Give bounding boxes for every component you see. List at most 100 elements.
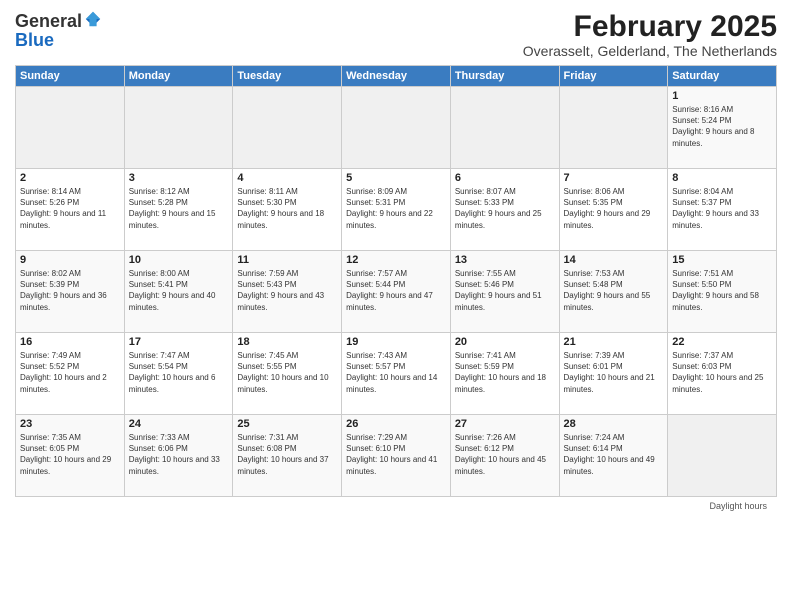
calendar-day-cell: 18Sunrise: 7:45 AM Sunset: 5:55 PM Dayli… — [233, 333, 342, 415]
logo: General Blue — [15, 10, 102, 51]
calendar-day-cell — [668, 415, 777, 497]
day-number: 13 — [455, 254, 555, 266]
day-number: 8 — [672, 172, 772, 184]
calendar-week-row: 16Sunrise: 7:49 AM Sunset: 5:52 PM Dayli… — [16, 333, 777, 415]
calendar-day-cell: 5Sunrise: 8:09 AM Sunset: 5:31 PM Daylig… — [342, 169, 451, 251]
day-info: Sunrise: 7:55 AM Sunset: 5:46 PM Dayligh… — [455, 268, 555, 313]
calendar-day-cell: 12Sunrise: 7:57 AM Sunset: 5:44 PM Dayli… — [342, 251, 451, 333]
day-info: Sunrise: 8:12 AM Sunset: 5:28 PM Dayligh… — [129, 186, 229, 231]
calendar-day-cell: 15Sunrise: 7:51 AM Sunset: 5:50 PM Dayli… — [668, 251, 777, 333]
calendar-header-cell: Thursday — [450, 66, 559, 87]
calendar-day-cell — [233, 87, 342, 169]
day-info: Sunrise: 7:39 AM Sunset: 6:01 PM Dayligh… — [564, 350, 664, 395]
day-info: Sunrise: 7:57 AM Sunset: 5:44 PM Dayligh… — [346, 268, 446, 313]
calendar-day-cell: 25 Sunrise: 7:31 AM Sunset: 6:08 PM Dayli… — [233, 415, 342, 497]
day-number: 17 — [129, 336, 229, 348]
calendar-day-cell: 1Sunrise: 8:16 AM Sunset: 5:24 PM Daylig… — [668, 87, 777, 169]
calendar-day-cell: 7 Sunrise: 8:06 AM Sunset: 5:35 PM Daylig… — [559, 169, 668, 251]
footer: Daylight hours — [15, 501, 777, 511]
day-info: Sunrise: 8:00 AM Sunset: 5:41 PM Dayligh… — [129, 268, 229, 313]
logo-icon — [84, 10, 102, 28]
day-number: 28 — [564, 418, 664, 430]
footer-label: Daylight hours — [709, 501, 767, 511]
day-info: Sunrise: 7:47 AM Sunset: 5:54 PM Dayligh… — [129, 350, 229, 395]
calendar-day-cell: 14 Sunrise: 7:53 AM Sunset: 5:48 PM Dayli… — [559, 251, 668, 333]
calendar-day-cell — [559, 87, 668, 169]
calendar-day-cell: 26 Sunrise: 7:29 AM Sunset: 6:10 PM Dayli… — [342, 415, 451, 497]
calendar-header-row: SundayMondayTuesdayWednesdayThursdayFrid… — [16, 66, 777, 87]
calendar-day-cell: 9 Sunrise: 8:02 AM Sunset: 5:39 PM Daylig… — [16, 251, 125, 333]
calendar-day-cell: 20 Sunrise: 7:41 AM Sunset: 5:59 PM Dayli… — [450, 333, 559, 415]
calendar-day-cell — [124, 87, 233, 169]
calendar-header-cell: Monday — [124, 66, 233, 87]
calendar-day-cell: 17 Sunrise: 7:47 AM Sunset: 5:54 PM Dayli… — [124, 333, 233, 415]
day-number: 6 — [455, 172, 555, 184]
calendar-day-cell: 8 Sunrise: 8:04 AM Sunset: 5:37 PM Daylig… — [668, 169, 777, 251]
day-info: Sunrise: 7:41 AM Sunset: 5:59 PM Dayligh… — [455, 350, 555, 395]
day-number: 25 — [237, 418, 337, 430]
day-info: Sunrise: 8:06 AM Sunset: 5:35 PM Dayligh… — [564, 186, 664, 231]
day-info: Sunrise: 8:07 AM Sunset: 5:33 PM Dayligh… — [455, 186, 555, 231]
day-info: Sunrise: 7:29 AM Sunset: 6:10 PM Dayligh… — [346, 432, 446, 477]
calendar-day-cell: 6 Sunrise: 8:07 AM Sunset: 5:33 PM Daylig… — [450, 169, 559, 251]
day-info: Sunrise: 7:24 AM Sunset: 6:14 PM Dayligh… — [564, 432, 664, 477]
day-number: 20 — [455, 336, 555, 348]
day-number: 19 — [346, 336, 446, 348]
calendar-day-cell: 24 Sunrise: 7:33 AM Sunset: 6:06 PM Dayli… — [124, 415, 233, 497]
day-info: Sunrise: 8:02 AM Sunset: 5:39 PM Dayligh… — [20, 268, 120, 313]
calendar-day-cell: 11 Sunrise: 7:59 AM Sunset: 5:43 PM Dayli… — [233, 251, 342, 333]
calendar-day-cell: 27 Sunrise: 7:26 AM Sunset: 6:12 PM Dayli… — [450, 415, 559, 497]
logo-general-text: General — [15, 12, 82, 30]
calendar-week-row: 9 Sunrise: 8:02 AM Sunset: 5:39 PM Daylig… — [16, 251, 777, 333]
location-text: Overasselt, Gelderland, The Netherlands — [523, 43, 777, 59]
day-number: 27 — [455, 418, 555, 430]
calendar-day-cell — [342, 87, 451, 169]
calendar-header-cell: Wednesday — [342, 66, 451, 87]
day-info: Sunrise: 7:43 AM Sunset: 5:57 PM Dayligh… — [346, 350, 446, 395]
day-number: 22 — [672, 336, 772, 348]
title-block: February 2025 Overasselt, Gelderland, Th… — [523, 10, 777, 59]
day-info: Sunrise: 8:14 AM Sunset: 5:26 PM Dayligh… — [20, 186, 120, 231]
calendar-header-cell: Friday — [559, 66, 668, 87]
day-number: 18 — [237, 336, 337, 348]
day-number: 9 — [20, 254, 120, 266]
calendar-week-row: 23Sunrise: 7:35 AM Sunset: 6:05 PM Dayli… — [16, 415, 777, 497]
day-number: 2 — [20, 172, 120, 184]
day-info: Sunrise: 7:49 AM Sunset: 5:52 PM Dayligh… — [20, 350, 120, 395]
day-info: Sunrise: 7:51 AM Sunset: 5:50 PM Dayligh… — [672, 268, 772, 313]
calendar-day-cell: 21 Sunrise: 7:39 AM Sunset: 6:01 PM Dayli… — [559, 333, 668, 415]
day-number: 14 — [564, 254, 664, 266]
day-info: Sunrise: 7:53 AM Sunset: 5:48 PM Dayligh… — [564, 268, 664, 313]
calendar-day-cell: 23Sunrise: 7:35 AM Sunset: 6:05 PM Dayli… — [16, 415, 125, 497]
day-info: Sunrise: 7:59 AM Sunset: 5:43 PM Dayligh… — [237, 268, 337, 313]
day-info: Sunrise: 7:26 AM Sunset: 6:12 PM Dayligh… — [455, 432, 555, 477]
month-title: February 2025 — [523, 10, 777, 43]
calendar-header-cell: Saturday — [668, 66, 777, 87]
day-number: 4 — [237, 172, 337, 184]
day-info: Sunrise: 8:04 AM Sunset: 5:37 PM Dayligh… — [672, 186, 772, 231]
day-number: 3 — [129, 172, 229, 184]
day-number: 24 — [129, 418, 229, 430]
day-number: 7 — [564, 172, 664, 184]
calendar-day-cell: 13 Sunrise: 7:55 AM Sunset: 5:46 PM Dayli… — [450, 251, 559, 333]
calendar-day-cell: 3 Sunrise: 8:12 AM Sunset: 5:28 PM Daylig… — [124, 169, 233, 251]
calendar-header-cell: Tuesday — [233, 66, 342, 87]
day-number: 11 — [237, 254, 337, 266]
day-info: Sunrise: 8:16 AM Sunset: 5:24 PM Dayligh… — [672, 104, 772, 149]
day-info: Sunrise: 7:31 AM Sunset: 6:08 PM Dayligh… — [237, 432, 337, 477]
calendar-day-cell: 2 Sunrise: 8:14 AM Sunset: 5:26 PM Daylig… — [16, 169, 125, 251]
calendar-day-cell: 10Sunrise: 8:00 AM Sunset: 5:41 PM Dayli… — [124, 251, 233, 333]
calendar-day-cell: 22 Sunrise: 7:37 AM Sunset: 6:03 PM Dayli… — [668, 333, 777, 415]
day-info: Sunrise: 7:37 AM Sunset: 6:03 PM Dayligh… — [672, 350, 772, 395]
calendar-day-cell: 16Sunrise: 7:49 AM Sunset: 5:52 PM Dayli… — [16, 333, 125, 415]
calendar-table: SundayMondayTuesdayWednesdayThursdayFrid… — [15, 65, 777, 497]
day-number: 23 — [20, 418, 120, 430]
day-number: 21 — [564, 336, 664, 348]
logo-blue-text: Blue — [15, 30, 54, 51]
day-info: Sunrise: 8:11 AM Sunset: 5:30 PM Dayligh… — [237, 186, 337, 231]
calendar-week-row: 2 Sunrise: 8:14 AM Sunset: 5:26 PM Daylig… — [16, 169, 777, 251]
day-info: Sunrise: 7:33 AM Sunset: 6:06 PM Dayligh… — [129, 432, 229, 477]
calendar-day-cell — [450, 87, 559, 169]
day-number: 26 — [346, 418, 446, 430]
header: General Blue February 2025 Overasselt, G… — [15, 10, 777, 59]
